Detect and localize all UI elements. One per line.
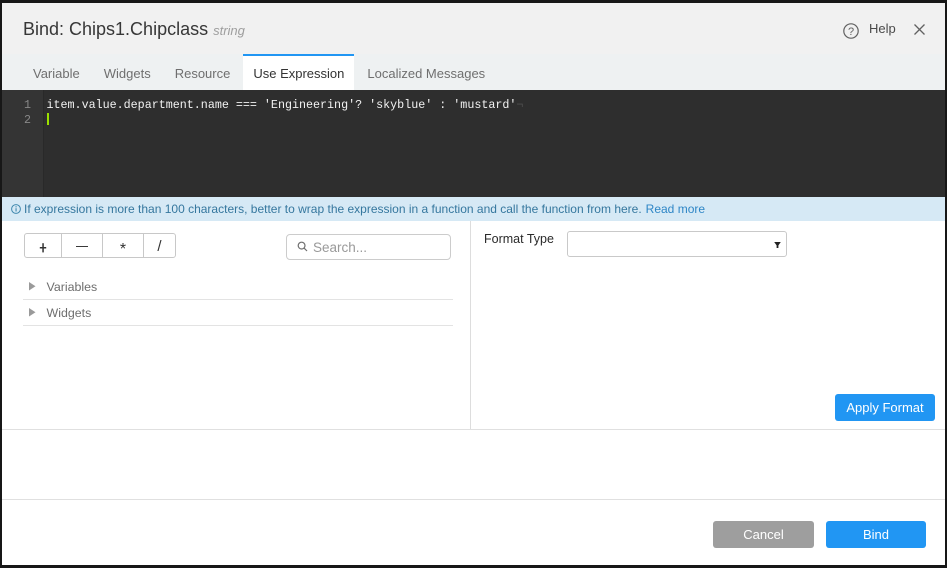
svg-text:?: ? [848, 26, 854, 38]
